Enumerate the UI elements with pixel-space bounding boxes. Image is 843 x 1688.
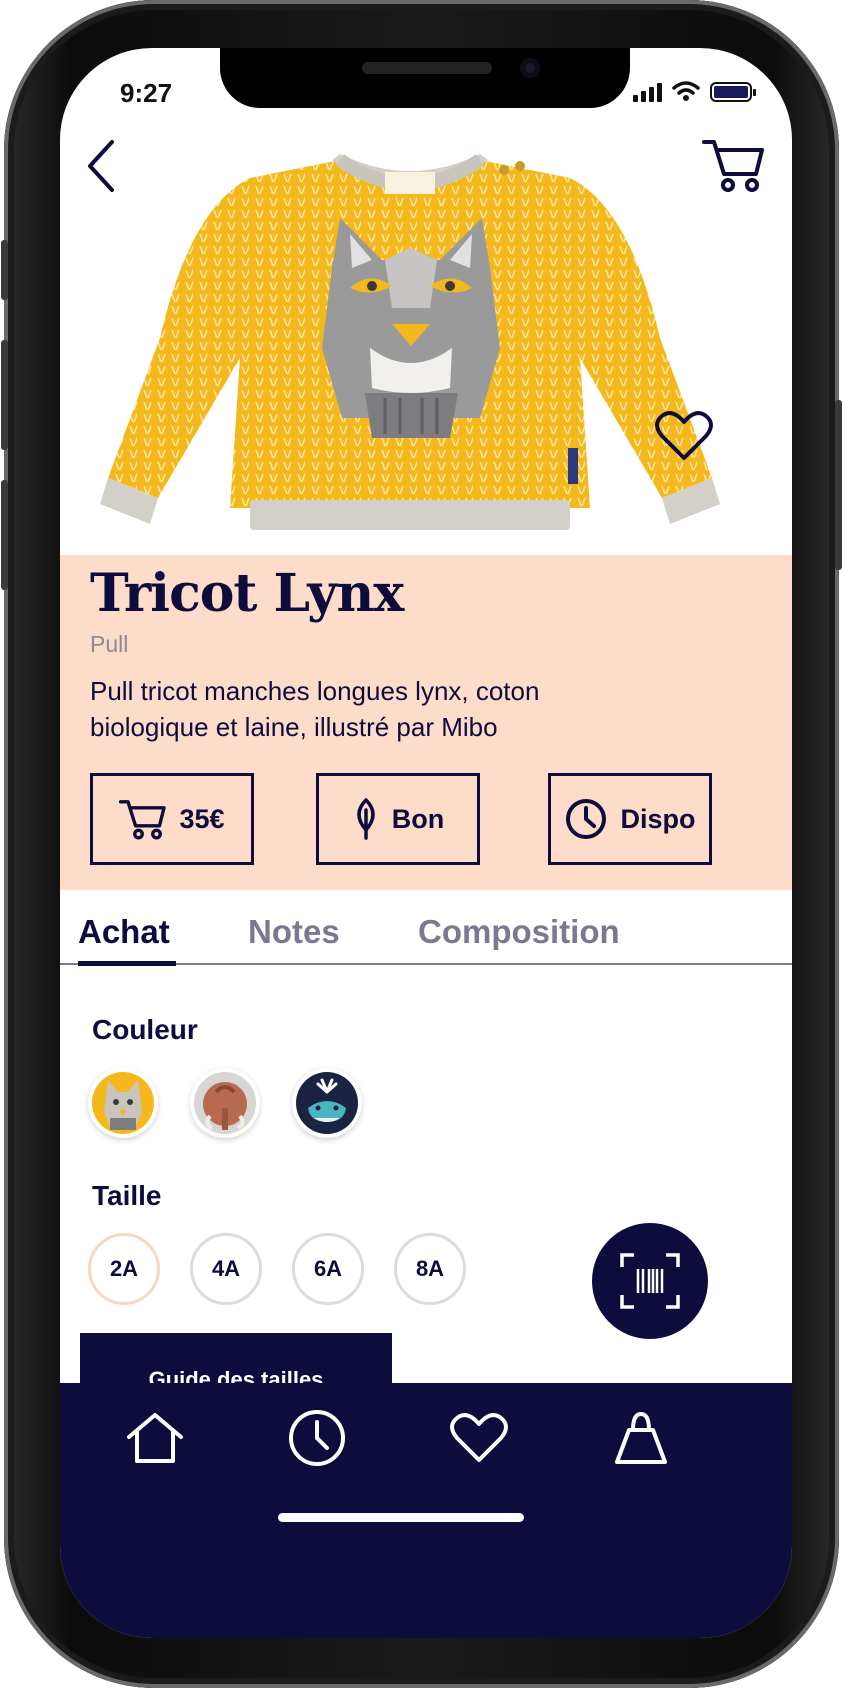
tab-composition[interactable]: Composition	[418, 913, 620, 951]
product-image	[100, 154, 720, 530]
availability-label: Dispo	[620, 803, 696, 834]
status-icons	[633, 80, 756, 102]
size-section-label: Taille	[92, 1180, 162, 1211]
whale-swatch-icon	[296, 1072, 358, 1134]
lynx-swatch-icon	[92, 1072, 154, 1134]
rating-label: Bon	[391, 803, 445, 834]
product-info-panel: Tricot Lynx Pull Pull tricot manches lon…	[60, 555, 792, 890]
price-button[interactable]: 35€	[90, 773, 254, 865]
tab-achat[interactable]: Achat	[78, 913, 170, 951]
speaker	[362, 62, 492, 74]
battery-icon	[710, 82, 756, 102]
nav-bag[interactable]	[606, 1403, 676, 1473]
volume-down-button	[1, 480, 8, 590]
size-option-4a[interactable]: 4A	[190, 1233, 262, 1305]
mute-switch	[1, 240, 8, 300]
color-section-label: Couleur	[92, 1014, 198, 1045]
notch	[220, 48, 630, 108]
product-description: Pull tricot manches longues lynx, coton …	[90, 676, 540, 742]
nav-home[interactable]	[120, 1403, 190, 1473]
cart-icon	[119, 800, 167, 840]
heart-icon	[450, 1413, 508, 1462]
home-icon	[127, 1413, 183, 1463]
volume-up-button	[1, 340, 8, 450]
phone-frame: 9:27 Tricot Lynx Pull Pull tricot manche…	[1, 0, 842, 1688]
price-label: 35€	[179, 803, 225, 834]
home-indicator[interactable]	[278, 1513, 524, 1522]
color-swatch-lynx[interactable]	[88, 1068, 158, 1138]
wifi-icon	[672, 81, 700, 101]
size-option-6a[interactable]: 6A	[292, 1233, 364, 1305]
barcode-scan-icon	[620, 1253, 680, 1309]
tab-notes[interactable]: Notes	[248, 913, 340, 951]
bottom-navigation-bar	[60, 1383, 792, 1638]
shopping-bag-icon	[615, 1411, 667, 1464]
size-option-8a[interactable]: 8A	[394, 1233, 466, 1305]
nav-history[interactable]	[282, 1403, 352, 1473]
product-category: Pull	[90, 631, 129, 657]
availability-button[interactable]: Dispo	[548, 773, 712, 865]
leaf-icon	[357, 798, 375, 840]
color-swatch-whale[interactable]	[292, 1068, 362, 1138]
product-title: Tricot Lynx	[90, 563, 404, 624]
clock-icon	[289, 1410, 345, 1466]
screen: 9:27 Tricot Lynx Pull Pull tricot manche…	[60, 48, 792, 1638]
cellular-signal-icon	[633, 83, 662, 102]
power-button	[835, 400, 842, 570]
clock-icon	[566, 799, 607, 839]
tab-bar: Achat Notes Composition	[60, 903, 792, 966]
nav-favorites[interactable]	[444, 1403, 514, 1473]
color-swatch-mammoth[interactable]	[190, 1068, 260, 1138]
mammoth-swatch-icon	[194, 1072, 256, 1134]
scan-barcode-button[interactable]	[592, 1223, 708, 1339]
rating-button[interactable]: Bon	[316, 773, 480, 865]
active-tab-indicator	[78, 961, 176, 966]
size-option-2a[interactable]: 2A	[88, 1233, 160, 1305]
status-time: 9:27	[120, 78, 173, 108]
front-camera	[520, 58, 540, 78]
favorite-heart-icon[interactable]	[654, 408, 714, 464]
